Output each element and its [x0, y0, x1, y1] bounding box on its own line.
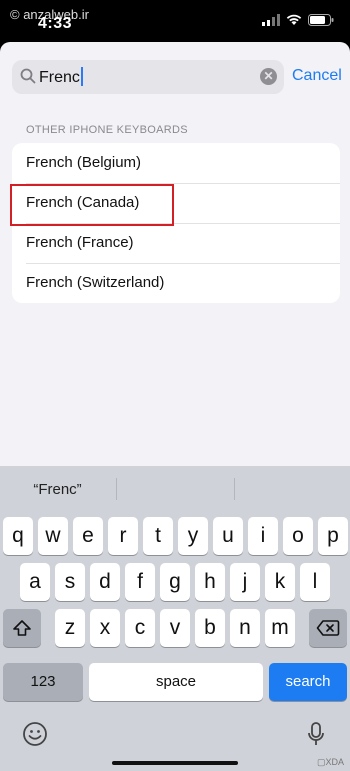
battery-icon: [308, 13, 334, 31]
key-r[interactable]: r: [108, 517, 138, 555]
keyboard-option-french-switzerland[interactable]: French (Switzerland): [12, 263, 340, 303]
key-f[interactable]: f: [125, 563, 155, 601]
suggestion-divider: [116, 478, 117, 500]
key-c[interactable]: c: [125, 609, 155, 647]
status-time: 4:33: [38, 15, 73, 32]
wifi-icon: [286, 13, 302, 31]
home-indicator: [112, 761, 238, 765]
status-icons: [262, 13, 334, 31]
shift-icon: [12, 616, 32, 639]
shift-key[interactable]: [3, 609, 41, 647]
key-o[interactable]: o: [283, 517, 313, 555]
key-m[interactable]: m: [265, 609, 295, 647]
keyboard-option-french-belgium[interactable]: French (Belgium): [12, 143, 340, 183]
search-key[interactable]: search: [269, 663, 347, 701]
xda-logo: ▢XDA: [316, 757, 344, 767]
suggestion-divider: [234, 478, 235, 500]
cancel-button[interactable]: Cancel: [292, 67, 342, 85]
keyboard: “Frenc” q w e r t y u i o p a s d f g h …: [0, 466, 350, 771]
key-b[interactable]: b: [195, 609, 225, 647]
key-p[interactable]: p: [318, 517, 348, 555]
key-z[interactable]: z: [55, 609, 85, 647]
key-j[interactable]: j: [230, 563, 260, 601]
key-d[interactable]: d: [90, 563, 120, 601]
search-query: Frenc: [39, 67, 83, 87]
key-g[interactable]: g: [160, 563, 190, 601]
key-s[interactable]: s: [55, 563, 85, 601]
status-bar: © anzalweb.ir 4:33: [0, 0, 350, 42]
space-key[interactable]: space: [89, 663, 263, 701]
clear-icon[interactable]: ✕: [260, 68, 277, 85]
numbers-key[interactable]: 123: [3, 663, 83, 701]
emoji-icon[interactable]: [22, 721, 48, 752]
key-v[interactable]: v: [160, 609, 190, 647]
text-caret: [80, 67, 83, 86]
key-k[interactable]: k: [265, 563, 295, 601]
suggestion-bar: “Frenc”: [0, 466, 350, 511]
key-h[interactable]: h: [195, 563, 225, 601]
key-e[interactable]: e: [73, 517, 103, 555]
highlight-box: [10, 184, 174, 226]
delete-icon: [316, 616, 340, 639]
key-y[interactable]: y: [178, 517, 208, 555]
delete-key[interactable]: [309, 609, 347, 647]
key-n[interactable]: n: [230, 609, 260, 647]
search-input[interactable]: Frenc ✕: [12, 60, 284, 94]
key-t[interactable]: t: [143, 517, 173, 555]
key-w[interactable]: w: [38, 517, 68, 555]
key-x[interactable]: x: [90, 609, 120, 647]
key-a[interactable]: a: [20, 563, 50, 601]
suggestion-item[interactable]: “Frenc”: [0, 481, 115, 498]
microphone-icon[interactable]: [306, 721, 326, 754]
search-row: Frenc ✕ Cancel: [12, 60, 342, 94]
key-q[interactable]: q: [3, 517, 33, 555]
key-i[interactable]: i: [248, 517, 278, 555]
signal-icon: [262, 13, 280, 31]
search-icon: [20, 68, 36, 89]
key-l[interactable]: l: [300, 563, 330, 601]
section-header: OTHER IPHONE KEYBOARDS: [26, 124, 188, 136]
key-u[interactable]: u: [213, 517, 243, 555]
keyboard-option-french-france[interactable]: French (France): [12, 223, 340, 263]
